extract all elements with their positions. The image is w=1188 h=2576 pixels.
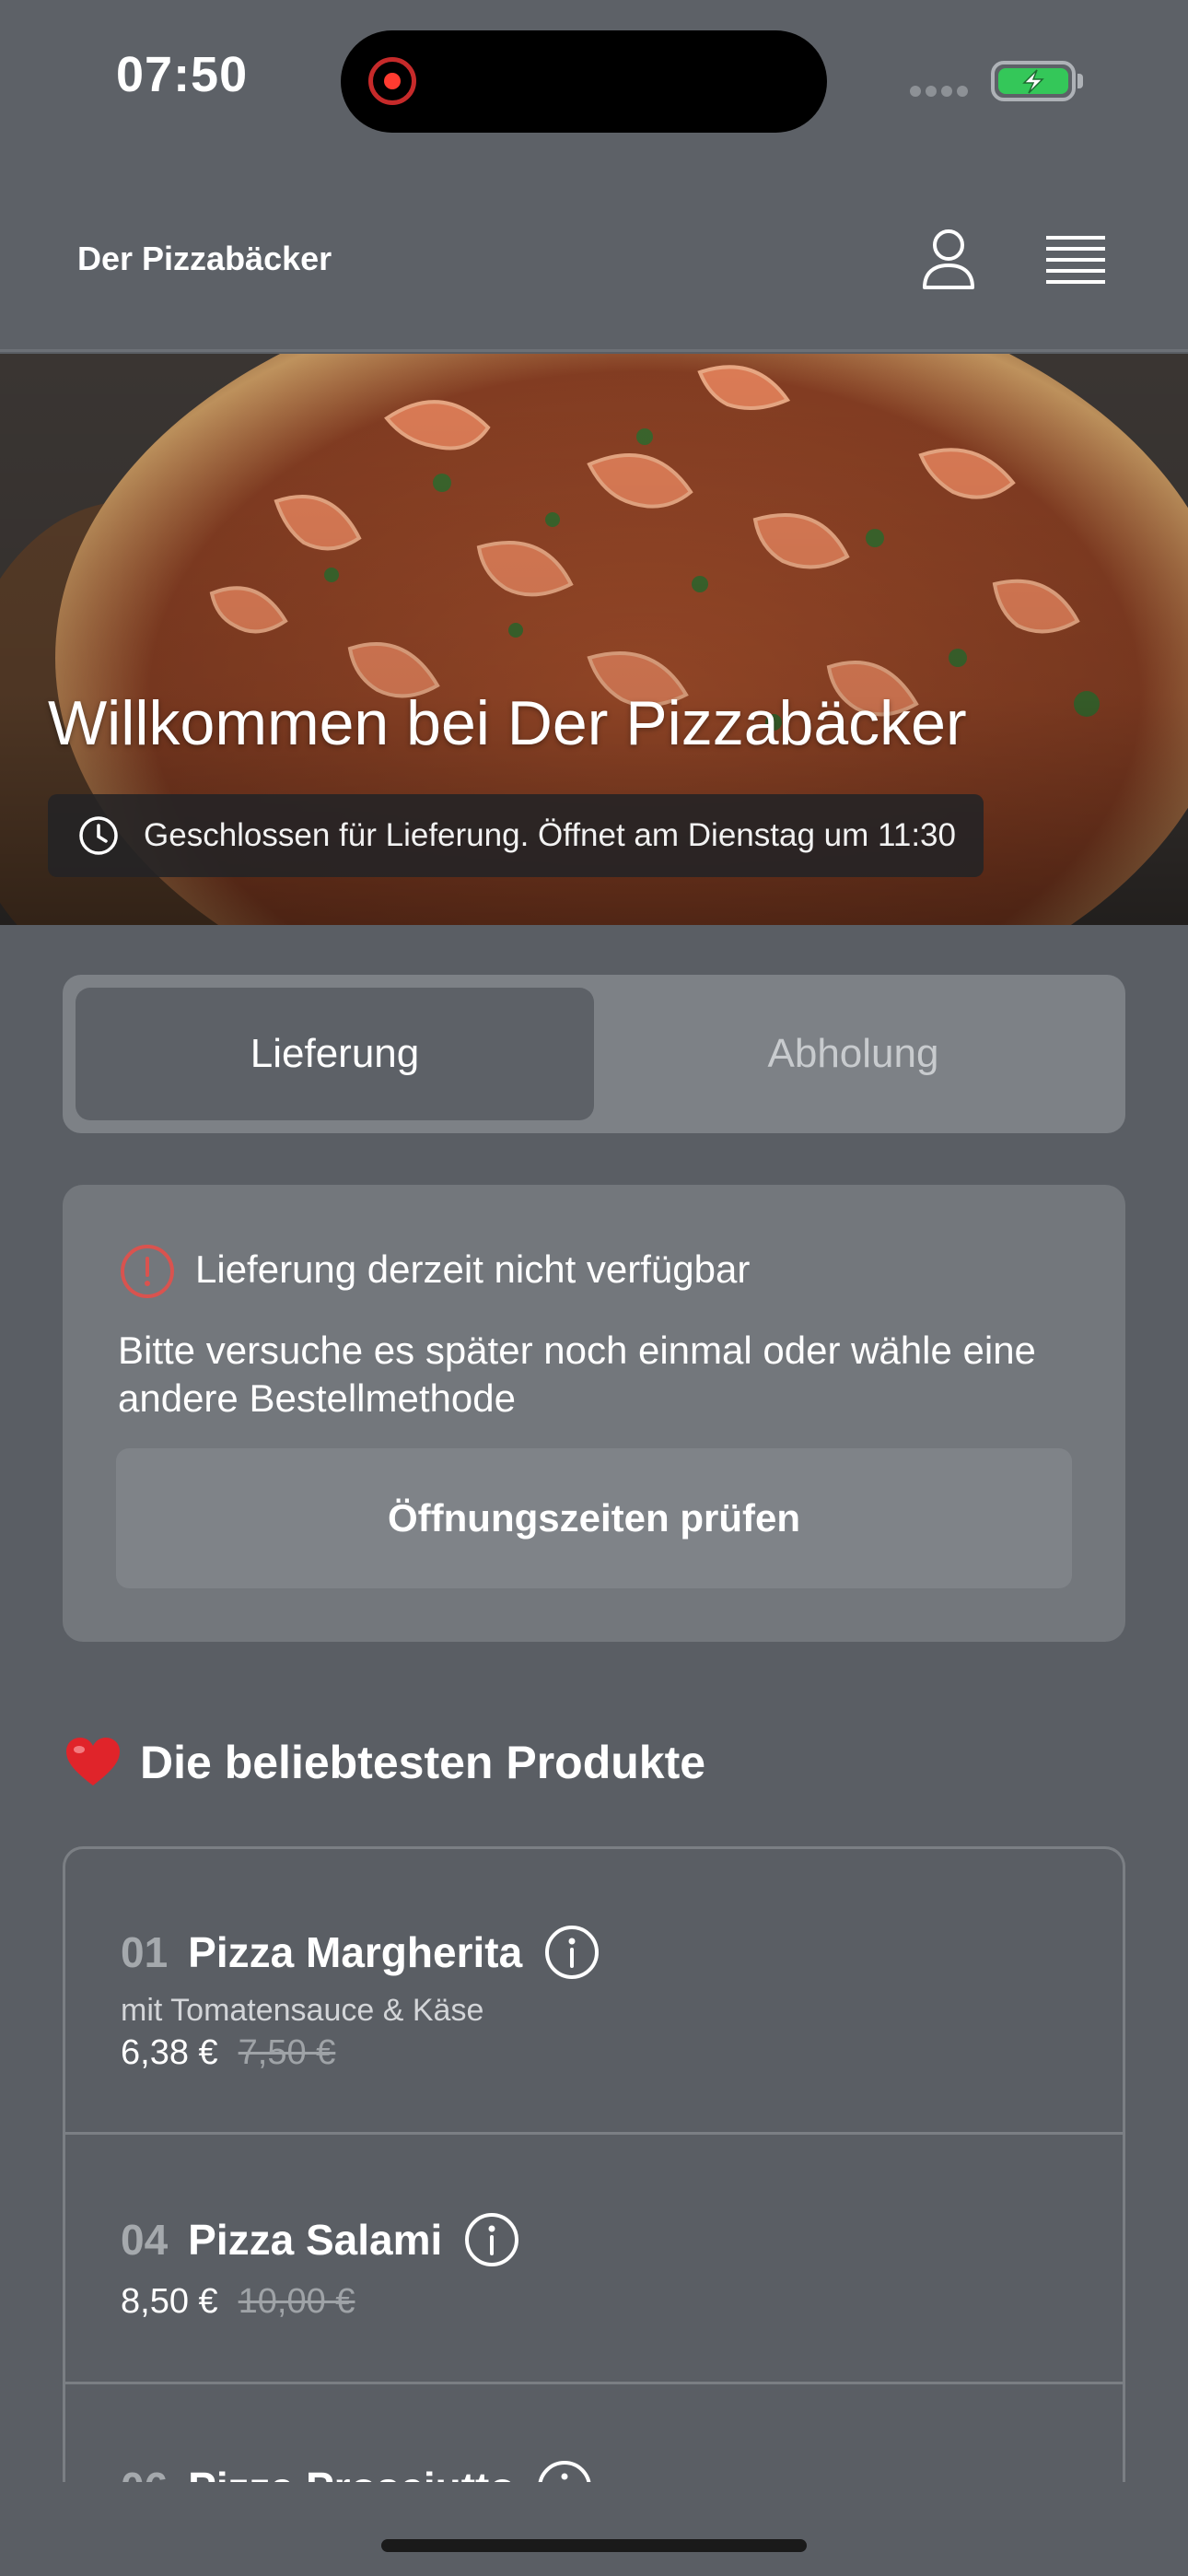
popular-products-list: 01 Pizza Margherita mit Tomatensauce & K…	[63, 1846, 1125, 2491]
info-icon[interactable]	[542, 1923, 601, 1982]
brand-name[interactable]: Der Pizzabäcker	[77, 240, 332, 278]
product-number: 04	[121, 2216, 169, 2264]
popular-products-heading: Die beliebtesten Produkte	[64, 1736, 705, 1789]
product-name: Pizza Margherita	[188, 1928, 523, 1976]
status-time: 07:50	[116, 47, 249, 102]
heart-icon	[66, 1738, 120, 1786]
product-price: 8,50 €	[121, 2282, 218, 2321]
check-opening-hours-button[interactable]: Öffnungszeiten prüfen	[116, 1448, 1072, 1588]
opening-status-badge: Geschlossen für Lieferung. Öffnet am Die…	[48, 794, 984, 877]
app-screen: 07:50 Der Pizzabäcker Willkommen bei Der…	[0, 0, 1188, 2576]
product-old-price: 7,50 €	[238, 2033, 336, 2072]
order-mode-toggle: Lieferung Abholung	[63, 975, 1125, 1133]
alert-title: Lieferung derzeit nicht verfügbar	[195, 1247, 751, 1291]
product-number: 01	[121, 1928, 169, 1976]
hero-title: Willkommen bei Der Pizzabäcker	[48, 688, 967, 758]
product-description: mit Tomatensauce & Käse	[121, 1993, 484, 2028]
clock-icon	[79, 816, 118, 855]
delivery-unavailable-card: Lieferung derzeit nicht verfügbar Bitte …	[63, 1185, 1125, 1642]
alert-message: Bitte versuche es später noch einmal ode…	[118, 1329, 1036, 1420]
product-item[interactable]: 01 Pizza Margherita mit Tomatensauce & K…	[65, 1849, 1123, 2135]
app-header: Der Pizzabäcker	[0, 162, 1188, 352]
hero-banner: Willkommen bei Der Pizzabäcker Geschloss…	[0, 354, 1188, 925]
tab-abholung[interactable]: Abholung	[594, 988, 1112, 1120]
product-price: 6,38 €	[121, 2033, 218, 2072]
signal-icon	[910, 85, 974, 98]
popular-products-title: Die beliebtesten Produkte	[140, 1737, 706, 1788]
dynamic-island	[341, 30, 827, 133]
hamburger-menu-icon[interactable]	[1039, 223, 1112, 297]
user-icon[interactable]	[912, 223, 985, 297]
warning-info-icon	[121, 1245, 174, 1298]
product-old-price: 10,00 €	[238, 2282, 355, 2321]
home-indicator[interactable]	[381, 2539, 807, 2552]
recording-indicator-icon	[368, 57, 416, 105]
info-icon[interactable]	[462, 2210, 521, 2269]
product-item[interactable]: 06 Pizza Prosciutto	[65, 2384, 1123, 2491]
tab-lieferung[interactable]: Lieferung	[76, 988, 594, 1120]
bottom-safe-area	[0, 2482, 1188, 2576]
battery-icon	[991, 61, 1083, 101]
opening-status-text: Geschlossen für Lieferung. Öffnet am Die…	[144, 817, 956, 853]
product-price-row: 8,50 € 10,00 €	[121, 2282, 355, 2322]
product-price-row: 6,38 € 7,50 €	[121, 2033, 335, 2073]
status-bar: 07:50	[0, 0, 1188, 162]
product-name: Pizza Salami	[188, 2216, 443, 2264]
product-item[interactable]: 04 Pizza Salami 8,50 € 10,00 €	[65, 2135, 1123, 2384]
